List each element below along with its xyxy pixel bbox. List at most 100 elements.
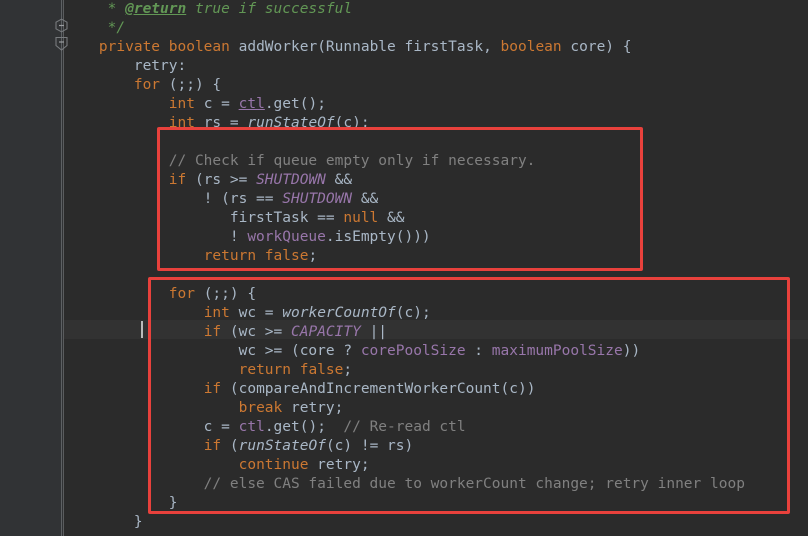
code-token: @return [125,1,187,17]
code-token: } [64,514,143,530]
code-token: int [203,305,230,321]
code-token: || [360,324,388,340]
code-line[interactable]: if (rs >= SHUTDOWN && [64,171,352,190]
fold-end-icon[interactable] [54,36,69,51]
code-token: (;;) { [194,286,257,302]
code-token: int [168,96,195,112]
code-token: workQueue [247,229,326,245]
code-line[interactable] [64,266,73,285]
code-token: int [168,115,195,131]
code-token: return false [203,248,309,264]
code-line[interactable]: } [64,513,143,532]
code-token: corePoolSize [360,343,466,359]
code-token: ; [343,362,353,378]
code-token: )) [622,343,641,359]
code-token: .isEmpty())) [325,229,431,245]
code-line[interactable]: // Check if queue empty only if necessar… [64,152,536,171]
code-token: (c); [334,115,370,131]
code-line[interactable]: if (compareAndIncrementWorkerCount(c)) [64,380,536,399]
code-line[interactable] [64,133,73,152]
code-token: ctl [238,419,265,435]
code-line[interactable]: for (;;) { [64,285,256,304]
code-line[interactable]: // else CAS failed due to workerCount ch… [64,475,745,494]
code-token: (rs >= [186,172,257,188]
code-token: (wc >= [221,324,291,340]
code-token: ( [317,39,326,55]
code-line[interactable]: if (runStateOf(c) != rs) [64,437,414,456]
code-token: addWorker [238,39,318,55]
text-caret [141,321,143,338]
code-token: runStateOf [238,438,326,454]
code-token: ; [308,248,318,264]
code-token: ! [64,229,248,245]
editor-gutter[interactable] [0,0,63,536]
code-token: SHUTDOWN [256,172,326,188]
code-token: // Re-read ctl [343,419,466,435]
code-token: if [203,381,222,397]
code-token: wc = [229,305,283,321]
code-token: (;;) { [160,77,222,93]
code-line[interactable]: for (;;) { [64,76,221,95]
code-token: , [483,39,501,55]
code-token: retry: [64,58,187,74]
code-token: true if successful [186,1,353,17]
code-token: SHUTDOWN [282,191,353,207]
code-token: private boolean [98,39,239,55]
code-line[interactable]: * @return true if successful [64,0,352,19]
code-line[interactable]: wc >= (core ? corePoolSize : maximumPool… [64,342,641,361]
code-token: c = [194,96,239,112]
code-token: && [325,172,353,188]
code-line[interactable]: int wc = workerCountOf(c); [64,304,431,323]
fold-collapse-icon[interactable] [54,18,69,33]
code-line[interactable]: return false; [64,247,318,266]
code-token: null [343,210,379,226]
code-line[interactable]: ! (rs == SHUTDOWN && [64,190,379,209]
code-line[interactable]: if (wc >= CAPACITY || [64,323,387,342]
code-token: // else CAS failed due to workerCount ch… [64,476,745,492]
code-token: for [168,286,195,302]
code-token: retry; [282,400,344,416]
code-line[interactable]: break retry; [64,399,344,418]
code-line[interactable]: private boolean addWorker(Runnable first… [64,38,632,57]
code-line[interactable]: */ [64,19,125,38]
code-line[interactable]: c = ctl.get(); // Re-read ctl [64,418,466,437]
editor-surface[interactable]: * @return true if successful */ private … [64,0,808,536]
code-token: return false [238,362,344,378]
code-line[interactable]: } [64,494,178,513]
code-token: break [238,400,283,416]
code-token: ( [221,438,239,454]
code-line[interactable]: int rs = runStateOf(c); [64,114,370,133]
code-line[interactable]: retry: [64,57,186,76]
code-token: if [203,324,222,340]
code-token: && [378,210,405,226]
code-token: firstTask == [64,210,344,226]
code-line[interactable]: int c = ctl.get(); [64,95,326,114]
code-token: c = [64,419,239,435]
code-token: (compareAndIncrementWorkerCount(c)) [221,381,536,397]
code-editor-screenshot: * @return true if successful */ private … [0,0,808,536]
code-token: maximumPoolSize [491,343,623,359]
code-token: retry; [308,457,370,473]
code-token: if [203,438,222,454]
code-line[interactable]: continue retry; [64,456,370,475]
code-token: */ [64,20,126,36]
code-token: workerCountOf [282,305,396,321]
code-line[interactable]: return false; [64,361,353,380]
code-line[interactable]: firstTask == null && [64,209,405,228]
code-token: .get(); [264,419,344,435]
code-token: if [168,172,187,188]
code-token: ctl [238,96,265,112]
code-token: wc >= (core ? [64,343,361,359]
code-token: boolean [500,39,571,55]
code-token: core [570,39,606,55]
code-line[interactable]: ! workQueue.isEmpty())) [64,228,431,247]
